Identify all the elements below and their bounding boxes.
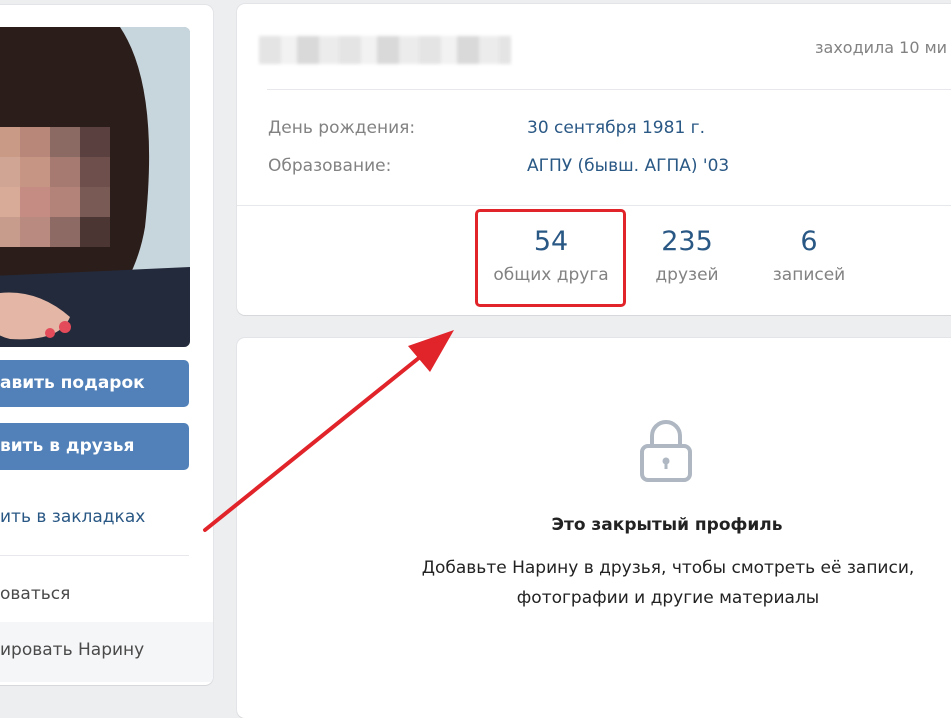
block-user-link[interactable]: ировать Нарину — [0, 640, 213, 660]
birthday-label: День рождения: — [268, 118, 416, 138]
closed-profile-desc-2: фотографии и другие материалы — [516, 588, 820, 608]
header-divider — [267, 89, 951, 90]
education-label: Образование: — [268, 156, 392, 176]
counter-number: 235 — [661, 226, 713, 257]
pixelated-face — [0, 127, 110, 247]
last-seen-status: заходила 10 ми — [815, 38, 948, 57]
education-value[interactable]: АГПУ (бывш. АГПА) '03 — [527, 156, 729, 176]
closed-profile-desc-1: Добавьте Нарину в друзья, чтобы смотреть… — [421, 558, 915, 578]
counter-number: 6 — [800, 226, 818, 257]
send-gift-button[interactable]: авить подарок — [0, 360, 189, 407]
profile-name-blurred — [259, 36, 511, 64]
counter-friends[interactable]: 235 друзей — [642, 226, 732, 288]
counter-label: записей — [772, 265, 846, 285]
counter-label: друзей — [655, 265, 719, 285]
bookmark-link[interactable]: ить в закладках — [0, 507, 213, 527]
block-user-row[interactable]: ировать Нарину — [0, 622, 213, 682]
annotation-highlight-box — [475, 209, 626, 307]
profile-info-card: заходила 10 ми День рождения: 30 сентябр… — [237, 4, 951, 315]
closed-profile-title: Это закрытый профиль — [551, 515, 783, 535]
sidebar-divider — [0, 555, 189, 556]
avatar-photo — [0, 27, 190, 347]
add-friend-button[interactable]: вить в друзья — [0, 423, 189, 470]
counters-divider — [237, 205, 951, 206]
complain-link[interactable]: оваться — [0, 584, 213, 604]
counter-posts[interactable]: 6 записей — [759, 226, 859, 288]
closed-profile-card: Это закрытый профиль Добавьте Нарину в д… — [237, 338, 951, 718]
profile-avatar[interactable] — [0, 27, 190, 347]
birthday-value[interactable]: 30 сентября 1981 г. — [527, 118, 705, 138]
lock-icon — [640, 420, 692, 482]
profile-sidebar-card: авить подарок вить в друзья ить в заклад… — [0, 5, 213, 685]
